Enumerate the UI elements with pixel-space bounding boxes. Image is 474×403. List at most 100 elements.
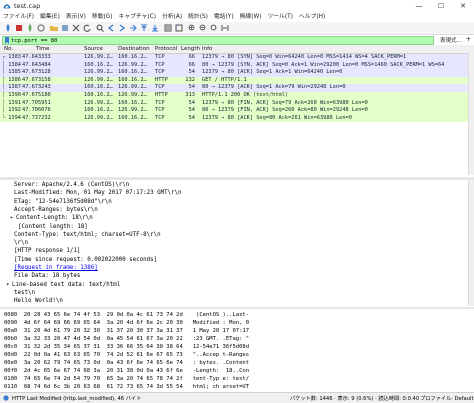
- go-to-packet-icon[interactable]: [129, 24, 137, 32]
- packet-destination: 160.16.2…: [118, 99, 147, 106]
- packet-protocol: TCP: [155, 107, 165, 114]
- column-no[interactable]: No.: [4, 46, 13, 52]
- menu-help[interactable]: ヘルプ(H): [296, 12, 328, 22]
- first-packet-icon[interactable]: [140, 24, 148, 32]
- detail-line[interactable]: Server: Apache/2.4.6 (CentOS)\r\n: [14, 181, 129, 189]
- detail-line[interactable]: [Content length: 18]: [18, 223, 88, 231]
- start-capture-icon[interactable]: [4, 24, 12, 32]
- capture-options-icon[interactable]: [37, 24, 45, 32]
- detail-line[interactable]: File Data: 18 bytes: [14, 272, 80, 280]
- detail-line[interactable]: Last-Modified: Mon, 01 May 2017 07:17:23…: [14, 189, 182, 197]
- menu-edit[interactable]: 編集(E): [37, 12, 63, 22]
- menu-tools[interactable]: ツール(T): [264, 12, 295, 22]
- menu-capture[interactable]: キャプチャ(C): [116, 12, 160, 22]
- detail-line[interactable]: [HTTP response 1/1]: [14, 247, 80, 255]
- packet-row[interactable]: │ 1387 47.673243 160.16.2… 126.99.2… TCP 54 80 …: [0, 84, 474, 92]
- restart-capture-icon[interactable]: [26, 24, 34, 32]
- go-forward-icon[interactable]: [118, 24, 126, 32]
- go-back-icon[interactable]: [107, 24, 115, 32]
- resize-columns-icon[interactable]: [221, 24, 229, 32]
- detail-line[interactable]: [Time since request: 0.002022000 seconds…: [14, 256, 157, 264]
- menu-file[interactable]: ファイル(F): [0, 12, 37, 22]
- packet-protocol: TCP: [155, 69, 165, 76]
- minimize-button[interactable]: —: [408, 0, 430, 12]
- column-info[interactable]: Info: [202, 46, 212, 52]
- column-time[interactable]: Time: [36, 46, 49, 52]
- pane-splitter-bottom[interactable]: [0, 307, 474, 309]
- open-file-icon[interactable]: [50, 24, 58, 32]
- last-packet-icon[interactable]: [151, 24, 159, 32]
- packet-time: 47.737232: [22, 114, 51, 121]
- packet-no: 1385: [8, 69, 21, 76]
- packet-destination: 160.16.2…: [118, 76, 147, 83]
- maximize-button[interactable]: ☐: [430, 0, 452, 12]
- packet-list-scrollbar[interactable]: [468, 53, 474, 175]
- menu-wireless[interactable]: 無線(W): [237, 12, 265, 22]
- zoom-out-icon[interactable]: [199, 24, 207, 32]
- packet-row[interactable]: │ 1391 47.705951 126.99.2… 160.16.2… TCP 54 123…: [0, 99, 474, 108]
- detail-line[interactable]: Content-Type: text/html; charset=UTF-8\r…: [14, 231, 161, 239]
- packet-row[interactable]: │ 1392 47.706076 160.16.2… 126.99.2… TCP 54 80 …: [0, 107, 474, 115]
- zoom-in-icon[interactable]: [188, 24, 196, 32]
- packet-protocol: TCP: [155, 114, 165, 121]
- detail-line[interactable]: Hello World!\n: [14, 297, 63, 305]
- column-source[interactable]: Source: [84, 46, 103, 52]
- status-bar: HTTP Last Modified (http.last_modified),…: [0, 392, 474, 403]
- packet-destination: 126.99.2…: [118, 84, 147, 91]
- filter-bookmark-icon[interactable]: [4, 37, 10, 44]
- details-scrollbar[interactable]: [468, 180, 474, 306]
- status-profile[interactable]: プロファイル: Default: [420, 395, 473, 402]
- detail-text: File Data: 18 bytes: [14, 273, 81, 280]
- detail-text: [HTTP response 1/1]: [14, 248, 81, 255]
- menu-go[interactable]: 移動(G): [89, 12, 116, 22]
- display-filter-bar: 表現式… +: [0, 35, 474, 45]
- stop-capture-icon[interactable]: [15, 24, 23, 32]
- packet-row[interactable]: │ 1385 47.673128 126.99.2… 160.16.2… TCP 54 123…: [0, 69, 474, 77]
- detail-line[interactable]: [Request in frame: 1386]: [14, 264, 98, 272]
- detail-text: [Request in frame: 1386]: [14, 265, 98, 271]
- packet-details-pane: Server: Apache/2.4.6 (CentOS)\r\n Last-Mo…: [0, 180, 474, 306]
- packet-row[interactable]: ┌ 1383 47.643333 126.99.2… 160.16.2… TCP 66 123…: [0, 54, 474, 62]
- packet-row[interactable]: └ 1394 47.737232 126.99.2… 160.16.2… TCP 54 123…: [0, 114, 474, 123]
- packet-no: 1390: [8, 91, 21, 98]
- packet-row[interactable]: │ 1386 47.673158 126.99.2… 160.16.2… HTTP 132 G…: [0, 76, 474, 85]
- reload-icon[interactable]: [83, 24, 91, 32]
- packet-source: 126.99.2…: [84, 114, 113, 121]
- packet-protocol: TCP: [155, 54, 165, 60]
- filter-expression-button[interactable]: 表現式…: [440, 36, 462, 44]
- save-file-icon[interactable]: [61, 24, 69, 32]
- menu-bar: ファイル(F) 編集(E) 表示(V) 移動(G) キャプチャ(C) 分析(A) 統計(S)…: [0, 12, 474, 22]
- display-filter-input[interactable]: [11, 37, 411, 44]
- packet-no: 1384: [8, 61, 21, 68]
- column-protocol[interactable]: Protocol: [155, 46, 177, 52]
- conversation-bracket: └: [2, 114, 6, 121]
- add-filter-button[interactable]: +: [466, 36, 471, 43]
- packet-info: 80 → 12379 [FIN, ACK] Seq=260 Ack=80 Win…: [202, 107, 368, 114]
- detail-line[interactable]: Accept-Ranges: bytes\r\n: [14, 206, 98, 214]
- expert-info-icon[interactable]: [3, 395, 9, 401]
- close-file-icon[interactable]: [72, 24, 80, 32]
- column-destination[interactable]: Destination: [118, 46, 150, 52]
- menu-analyze[interactable]: 分析(A): [159, 12, 185, 22]
- column-length[interactable]: Length: [181, 46, 200, 52]
- close-button[interactable]: ✕: [452, 0, 474, 12]
- menu-view[interactable]: 表示(V): [63, 12, 89, 22]
- detail-line[interactable]: ETag: "12-54e7136f5d08d"\r\n: [14, 198, 112, 206]
- menu-telephony[interactable]: 電話(Y): [211, 12, 237, 22]
- detail-line[interactable]: test\n: [14, 289, 35, 297]
- packet-length: 66: [188, 54, 195, 60]
- packet-rows: ┌ 1383 47.643333 126.99.2… 160.16.2… TCP 66 123…: [0, 54, 474, 123]
- find-packet-icon[interactable]: [96, 24, 104, 32]
- packet-row[interactable]: │ 1390 47.675180 160.16.2… 126.99.2… HTTP 313 H…: [0, 91, 474, 100]
- detail-line[interactable]: \r\n: [14, 239, 28, 247]
- menu-statistics[interactable]: 統計(S): [185, 12, 211, 22]
- detail-line[interactable]: ▾ Line-based text data: text/html: [6, 281, 120, 289]
- zoom-reset-icon[interactable]: [210, 24, 218, 32]
- autoscroll-icon[interactable]: [164, 24, 172, 32]
- packet-protocol: TCP: [155, 61, 165, 68]
- colorize-icon[interactable]: [175, 24, 183, 32]
- packet-no: 1383: [8, 54, 21, 60]
- packet-row[interactable]: │ 1384 47.643484 160.16.2… 126.99.2… TCP 66 80 …: [0, 61, 474, 70]
- packet-no: 1394: [8, 114, 21, 121]
- detail-line[interactable]: ▸ Content-Length: 18\r\n: [10, 214, 93, 222]
